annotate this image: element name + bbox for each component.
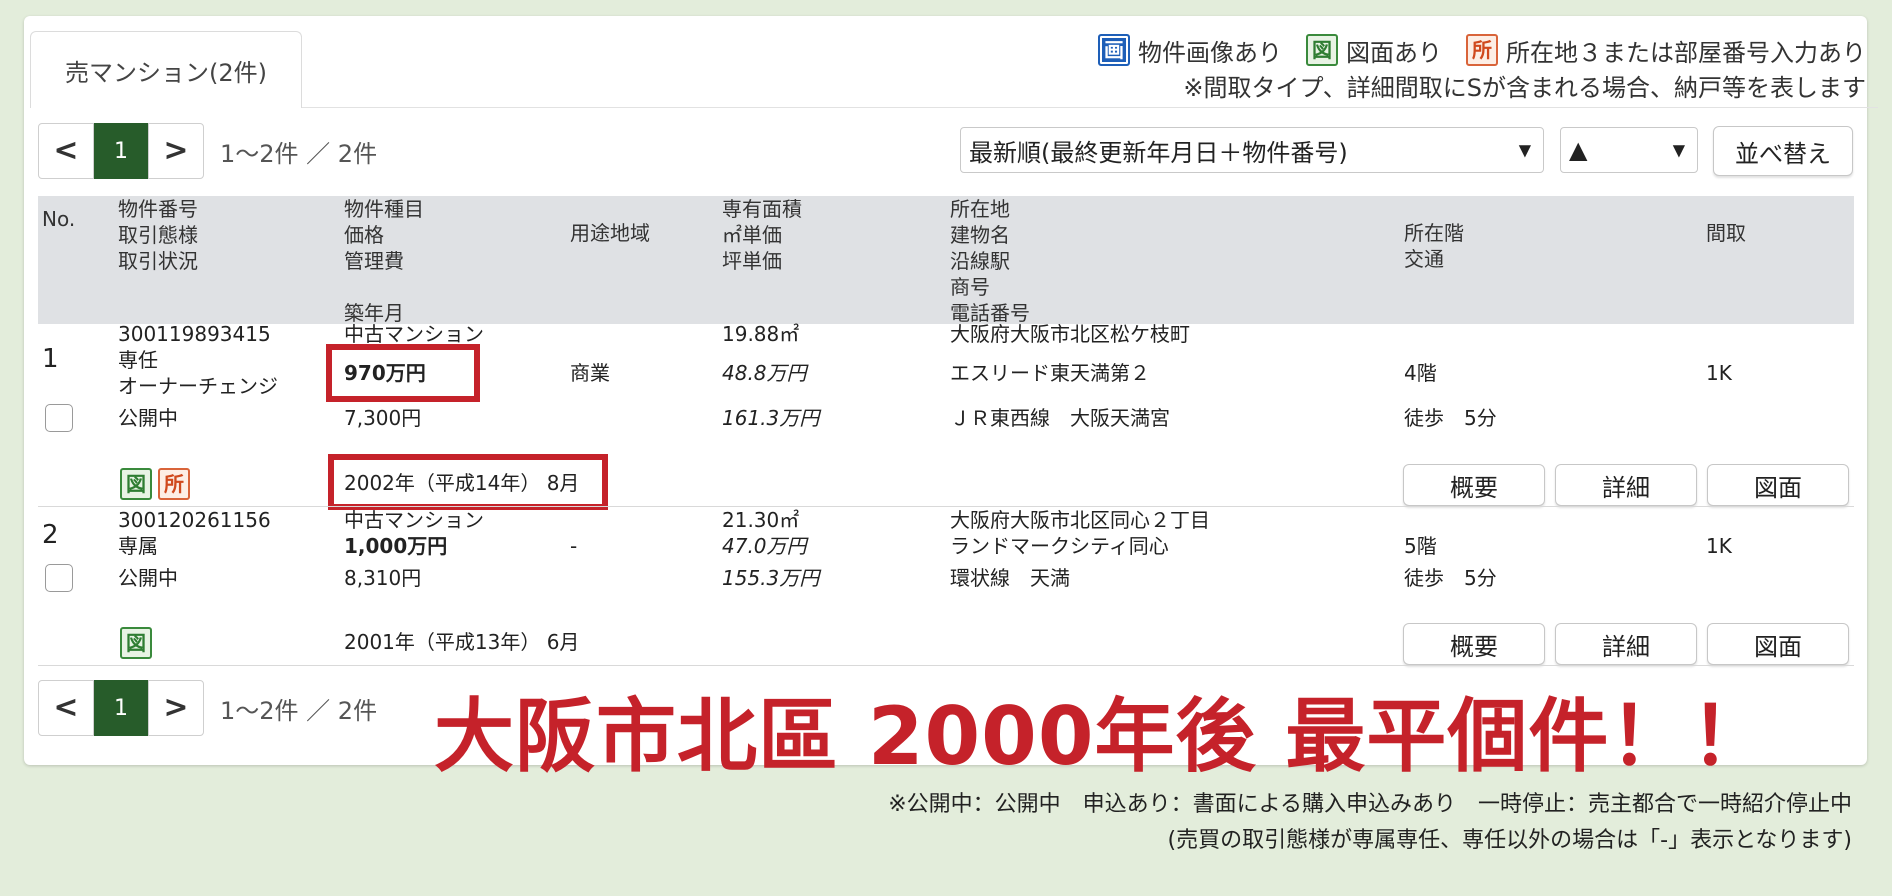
layout: 1K	[1706, 361, 1732, 385]
chevron-down-icon: ▼	[1518, 140, 1531, 160]
area: 19.88㎡	[722, 322, 800, 346]
plan-badge-icon: 図	[1306, 34, 1338, 66]
header-id: 物件番号 取引態様 取引状況	[118, 197, 198, 273]
footnote-deal-type: (売買の取引態様が専属専任、専任以外の場合は「-」表示となります)	[1167, 828, 1852, 853]
legend-plan-label: 図面あり	[1346, 38, 1442, 67]
built-date-highlight-box	[328, 454, 608, 510]
row-divider	[38, 506, 1854, 507]
status: 公開中	[118, 406, 178, 430]
legend-note: ※間取タイプ、詳細間取にSが含まれる場合、納戸等を表します	[1183, 74, 1866, 102]
plan-badge-icon: 図	[120, 627, 152, 659]
next-page-button[interactable]: >	[148, 123, 204, 179]
result-count: 1〜2件 ／ 2件	[220, 696, 378, 725]
header-floor: 所在階 交通	[1404, 221, 1464, 271]
sort-order-value: 最新順(最終更新年月日＋物件番号)	[969, 138, 1348, 167]
chevron-right-icon: >	[163, 690, 189, 725]
layout: 1K	[1706, 534, 1732, 558]
row-checkbox[interactable]	[45, 564, 73, 592]
result-count: 1〜2件 ／ 2件	[220, 139, 378, 168]
header-layout: 間取	[1706, 221, 1746, 245]
station: 環状線 天満	[950, 566, 1070, 590]
header-address: 所在地 建物名 沿線駅 商号 電話番号	[950, 197, 1030, 325]
sqm-price: 47.0万円	[722, 534, 807, 558]
building-name: エスリード東天満第２	[950, 361, 1150, 385]
prev-page-button[interactable]: <	[38, 123, 94, 179]
page-1-button[interactable]: 1	[94, 123, 148, 179]
footnote-status: ※公開中：公開中 申込あり：書面による購入申込みあり 一時停止：売主都合で一時紹…	[888, 792, 1852, 817]
sort-direction-select[interactable]: ▲ ▼	[1560, 127, 1698, 173]
sort-order-select[interactable]: 最新順(最終更新年月日＋物件番号) ▼	[960, 127, 1544, 173]
floorplan-button[interactable]: 図面	[1707, 623, 1849, 665]
building-name: ランドマークシティ同心	[950, 534, 1169, 558]
detail-button[interactable]: 詳細	[1555, 464, 1697, 506]
sqm-price: 48.8万円	[722, 361, 807, 385]
sort-direction-value: ▲	[1569, 136, 1588, 164]
property-kind: 中古マンション	[344, 508, 484, 532]
property-id: 300120261156	[118, 508, 271, 532]
summary-button[interactable]: 概要	[1403, 464, 1545, 506]
station: ＪＲ東西線 大阪天満宮	[950, 406, 1170, 430]
built-date: 2001年（平成13年） 6月	[344, 630, 580, 654]
management-fee: 7,300円	[344, 406, 422, 430]
header-type: 物件種目 価格 管理費 築年月	[344, 197, 424, 325]
row-no: 1	[42, 344, 59, 374]
page-1-button[interactable]: 1	[94, 680, 148, 736]
deal-type: 専属	[118, 534, 158, 558]
row-no: 2	[42, 520, 59, 550]
zoning: -	[570, 534, 578, 558]
plan-badge-icon: 図	[120, 468, 152, 500]
sort-button[interactable]: 並べ替え	[1713, 126, 1853, 176]
address: 大阪府大阪市北区松ケ枝町	[950, 322, 1190, 346]
tsubo-price: 155.3万円	[722, 566, 820, 590]
location-badge-icon: 所	[158, 468, 190, 500]
floor: 4階	[1404, 361, 1437, 385]
legend: 画 物件画像あり 図 図面あり 所 所在地３または部屋番号入力あり ※間取タイプ…	[1098, 32, 1866, 106]
prev-page-button[interactable]: <	[38, 680, 94, 736]
tsubo-price: 161.3万円	[722, 406, 820, 430]
chevron-left-icon: <	[53, 690, 79, 725]
status-type: オーナーチェンジ	[118, 374, 278, 398]
image-badge-icon: 画	[1098, 34, 1130, 66]
management-fee: 8,310円	[344, 566, 422, 590]
property-id: 300119893415	[118, 322, 271, 346]
access: 徒歩 5分	[1404, 406, 1497, 430]
chevron-right-icon: >	[163, 133, 189, 168]
address: 大阪府大阪市北区同心２丁目	[950, 508, 1210, 532]
row-checkbox[interactable]	[45, 404, 73, 432]
detail-button[interactable]: 詳細	[1555, 623, 1697, 665]
pager-bottom: < 1 > 1〜2件 ／ 2件	[38, 680, 377, 736]
location-badge-icon: 所	[1466, 34, 1498, 66]
table-header: No. 物件番号 取引態様 取引状況 物件種目 価格 管理費 築年月 用途地域 …	[38, 196, 1854, 325]
access: 徒歩 5分	[1404, 566, 1497, 590]
tab-sale-mansion[interactable]: 売マンション(2件)	[30, 31, 302, 108]
row-divider	[38, 665, 1854, 666]
pager-top: < 1 > 1〜2件 ／ 2件	[38, 123, 377, 179]
price: 1,000万円	[344, 534, 448, 558]
header-zoning: 用途地域	[570, 221, 650, 245]
overlay-headline: 大阪市北區 2000年後 最平個件！！	[434, 690, 1772, 783]
price-highlight-box	[326, 344, 480, 402]
header-no: No.	[42, 207, 76, 231]
deal-type: 専任	[118, 348, 158, 372]
header-area: 専有面積 ㎡単価 坪単価	[722, 197, 802, 273]
area: 21.30㎡	[722, 508, 800, 532]
legend-location-label: 所在地３または部屋番号入力あり	[1506, 38, 1866, 67]
chevron-left-icon: <	[53, 133, 79, 168]
tab-divider	[302, 107, 1878, 108]
floorplan-button[interactable]: 図面	[1707, 464, 1849, 506]
chevron-down-icon: ▼	[1672, 140, 1685, 160]
legend-image-label: 物件画像あり	[1138, 38, 1282, 67]
status: 公開中	[118, 566, 178, 590]
floor: 5階	[1404, 534, 1437, 558]
next-page-button[interactable]: >	[148, 680, 204, 736]
zoning: 商業	[570, 361, 610, 385]
summary-button[interactable]: 概要	[1403, 623, 1545, 665]
